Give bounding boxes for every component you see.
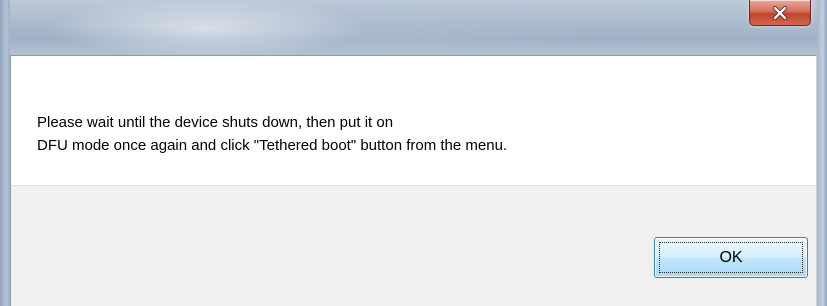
ok-button[interactable]: OK	[654, 237, 808, 278]
close-button[interactable]	[749, 0, 811, 26]
message-line-1: Please wait until the device shuts down,…	[37, 114, 394, 131]
dialog-message: Please wait until the device shuts down,…	[37, 111, 507, 157]
message-dialog: Please wait until the device shuts down,…	[0, 0, 827, 306]
title-bar[interactable]	[0, 0, 827, 55]
window-frame-left	[0, 0, 10, 306]
ok-button-label: OK	[719, 248, 743, 266]
message-line-2: DFU mode once again and click "Tethered …	[37, 137, 508, 154]
close-icon	[772, 5, 788, 20]
dialog-client-area: Please wait until the device shuts down,…	[10, 55, 817, 306]
window-frame-right	[817, 0, 827, 306]
button-area: OK	[11, 185, 816, 306]
message-area: Please wait until the device shuts down,…	[11, 56, 816, 185]
